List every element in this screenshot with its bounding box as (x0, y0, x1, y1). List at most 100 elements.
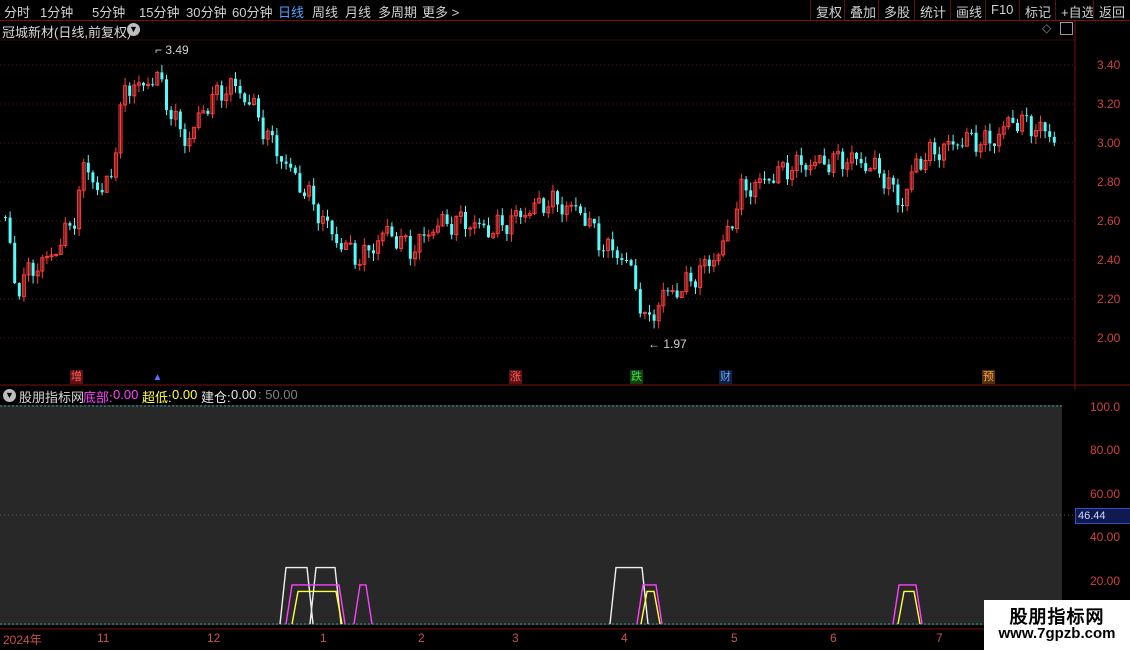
date-label: 2024年 (3, 633, 42, 647)
event-tag-yu[interactable]: 预 (982, 370, 995, 384)
candle-body (450, 223, 454, 235)
candle-body (519, 210, 523, 218)
jiancang-line (279, 566, 314, 625)
candle-body (583, 212, 587, 226)
candle-body (142, 82, 145, 86)
candle-body (822, 155, 826, 165)
candle-body (367, 245, 371, 251)
candle-body (169, 110, 173, 120)
candle-body (403, 235, 408, 238)
field-jiancang-label: 建仓: (201, 390, 231, 405)
candle-body (128, 85, 132, 96)
event-tag-up-arrow[interactable]: ▲ (151, 371, 164, 384)
date-label: 4 (621, 631, 628, 645)
candle-body (878, 158, 881, 174)
candle-body (896, 184, 900, 205)
candle-body (855, 152, 858, 159)
candle-body (615, 250, 619, 259)
event-tag-cai[interactable]: 财 (719, 370, 732, 384)
candle-body (73, 225, 76, 229)
candle-body (592, 218, 596, 224)
chaodi-line (897, 590, 921, 625)
price-tick-label: 2.60 (1097, 214, 1121, 228)
event-tag-zhang[interactable]: 涨 (509, 370, 522, 384)
candle-body (261, 117, 265, 140)
candle-body (882, 173, 886, 189)
date-label: 7 (936, 631, 943, 645)
event-tag-zeng[interactable]: 增 (70, 370, 83, 384)
candle-body (293, 167, 297, 174)
candle-body (772, 180, 776, 183)
candle-body (786, 162, 789, 180)
field-extra: : 50.00 (258, 387, 298, 402)
candle-body (335, 234, 339, 244)
indicator-chevron-icon[interactable]: ▼ (3, 389, 16, 402)
candle-body (275, 135, 279, 157)
candle-body (316, 204, 320, 224)
candle-body (206, 110, 210, 114)
candle-body (1043, 122, 1047, 132)
candle-body (284, 161, 288, 164)
low-value: 1.97 (663, 337, 687, 351)
candle-body (178, 111, 182, 130)
candle-body (744, 179, 748, 191)
dibu-line (285, 584, 346, 625)
candle-body (477, 222, 481, 224)
candle-body (974, 132, 978, 152)
candle-body (937, 154, 941, 161)
candle-body (234, 78, 237, 87)
candle-body (602, 250, 605, 252)
watermark-url: www.7gpzb.com (998, 625, 1116, 642)
candle-body (933, 142, 937, 155)
candle-body (289, 163, 293, 168)
candle-body (487, 225, 490, 238)
indicator-name[interactable]: 股朋指标网 (19, 387, 84, 406)
candle-body (165, 79, 168, 111)
candle-body (901, 204, 904, 206)
candle-body (666, 290, 670, 292)
candle-body (257, 98, 260, 118)
price-tick-label: 2.80 (1097, 175, 1121, 189)
date-label: 11 (97, 631, 110, 645)
date-label: 5 (731, 631, 738, 645)
field-jiancang-value: 0.00 (231, 387, 257, 402)
price-tick-label: 2.40 (1097, 253, 1121, 267)
candle-body (1025, 115, 1029, 117)
candle-body (970, 132, 973, 134)
date-label: 6 (830, 631, 837, 645)
candle-body (395, 236, 398, 249)
date-label: 1 (320, 631, 327, 645)
candle-body (330, 220, 334, 235)
candle-body (422, 234, 426, 236)
candle-body (569, 204, 574, 207)
dibu-line (636, 584, 663, 625)
candle-body (86, 162, 90, 173)
candle-body (326, 216, 329, 221)
candle-body (804, 164, 808, 170)
candle-body (841, 151, 845, 170)
dibu-line (892, 584, 923, 625)
candle-body (620, 258, 624, 260)
candle-body (951, 141, 955, 145)
candle-body (891, 177, 895, 185)
indicator-tick-label: 20.00 (1090, 573, 1121, 588)
candle-body (638, 289, 642, 314)
candle-body (68, 223, 72, 226)
candle-body (827, 164, 831, 173)
candle-body (372, 250, 375, 254)
candle-body (220, 85, 224, 101)
candle-body (160, 72, 164, 80)
candle-body (767, 178, 771, 181)
event-tag-die[interactable]: 跌 (630, 370, 643, 384)
candle-body (579, 206, 582, 213)
candle-body (312, 185, 316, 205)
field-chaodi-label: 超低: (142, 390, 172, 405)
candle-body (689, 272, 693, 282)
candle-body (799, 155, 803, 165)
price-chart[interactable] (0, 0, 1130, 390)
candle-body (17, 283, 21, 297)
candle-body (556, 191, 559, 205)
chaodi-line (640, 590, 661, 625)
candle-body (1052, 136, 1056, 143)
indicator-tick-label: 80.00 (1090, 443, 1121, 458)
